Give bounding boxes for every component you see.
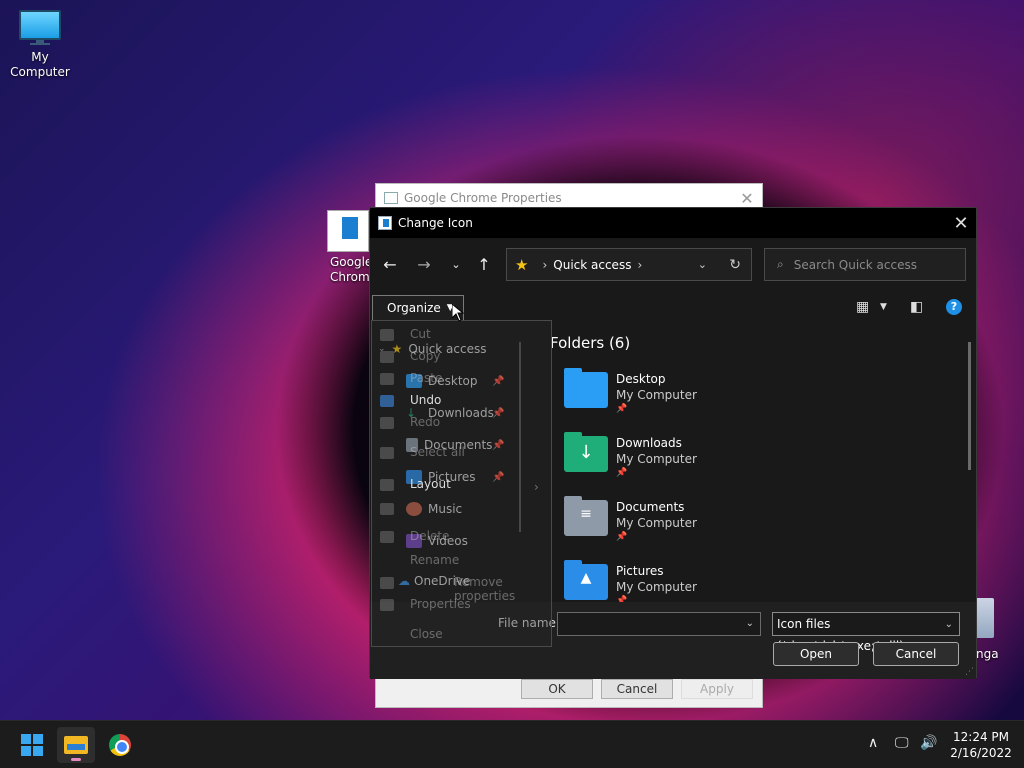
mountain-icon: ▲ — [580, 570, 592, 586]
file-explorer-icon — [64, 736, 88, 754]
taskbar-chrome[interactable] — [101, 727, 139, 763]
organize-button[interactable]: Organize ▼ — [372, 295, 464, 321]
properties-apply-button[interactable]: Apply — [681, 679, 753, 699]
menu-item-paste[interactable]: Paste — [410, 371, 442, 385]
content-scrollbar[interactable] — [968, 342, 971, 470]
breadcrumb-chevron-icon[interactable]: › — [637, 258, 642, 272]
forward-arrow-icon[interactable]: → — [414, 255, 434, 275]
start-button[interactable] — [13, 727, 51, 763]
desktop-icon-label: My Computer — [10, 50, 70, 79]
dialog-app-icon — [378, 216, 392, 230]
taskbar: ∧ 🖵 🔊 12:24 PM 2/16/2022 — [0, 720, 1024, 768]
volume-icon[interactable]: 🔊 — [920, 735, 937, 751]
undo-icon — [380, 395, 394, 407]
mouse-cursor-icon — [452, 304, 464, 322]
menu-item-cut[interactable]: Cut — [410, 327, 431, 341]
address-dropdown-icon[interactable]: ⌄ — [698, 258, 707, 271]
properties-icon — [380, 599, 394, 611]
organize-label: Organize — [387, 301, 441, 315]
show-hidden-icons-chevron-icon[interactable]: ∧ — [868, 735, 878, 751]
back-arrow-icon[interactable]: ← — [380, 255, 400, 275]
recent-locations-chevron-icon[interactable]: ⌄ — [446, 255, 466, 275]
chrome-shortcut-icon[interactable] — [327, 210, 369, 252]
chevron-down-icon: ⌄ — [944, 619, 953, 630]
cut-icon — [380, 329, 394, 341]
menu-item-select-all[interactable]: Select all — [410, 445, 465, 459]
menu-item-properties[interactable]: Properties — [410, 597, 471, 611]
menu-item-delete[interactable]: Delete — [410, 529, 449, 543]
menu-item-copy[interactable]: Copy — [410, 349, 440, 363]
dialog-title: Change Icon — [398, 216, 473, 230]
folder-item-pictures[interactable]: ▲ Pictures My Computer 📌 — [564, 560, 864, 602]
properties-title: Google Chrome Properties — [404, 191, 562, 205]
up-arrow-icon[interactable]: ↑ — [474, 255, 494, 275]
copy-icon — [380, 351, 394, 363]
paste-icon — [380, 373, 394, 385]
properties-cancel-button[interactable]: Cancel — [601, 679, 673, 699]
file-list: ⌄ Folders (6) Desktop My Computer 📌 ↓ Do… — [550, 332, 970, 602]
group-header[interactable]: Folders (6) — [550, 334, 630, 352]
active-indicator — [71, 758, 81, 761]
properties-ok-button[interactable]: OK — [521, 679, 593, 699]
resize-grip-icon[interactable]: ⋰ — [965, 667, 974, 677]
select-all-icon — [380, 447, 394, 459]
clock-date: 2/16/2022 — [950, 746, 1012, 760]
view-dropdown-icon[interactable]: ▼ — [880, 302, 887, 312]
clock[interactable]: 12:24 PM 2/16/2022 — [946, 729, 1016, 761]
file-name-input[interactable]: ⌄ — [557, 612, 761, 636]
monitor-icon — [19, 10, 61, 45]
navigation-bar: ← → ⌄ ↑ ★ › Quick access › ⌄ ↻ ⌕ Search … — [370, 247, 976, 283]
desktop-icon-my-computer[interactable]: My Computer — [0, 10, 80, 80]
folder-item-downloads[interactable]: ↓ Downloads My Computer 📌 — [564, 432, 864, 496]
search-box[interactable]: ⌕ Search Quick access — [764, 248, 966, 281]
breadcrumb-quick-access[interactable]: Quick access — [553, 258, 631, 272]
recycle-bin-label: nga — [976, 647, 999, 661]
windows-logo-icon — [21, 734, 43, 756]
document-lines-icon: ≡ — [580, 506, 592, 522]
pin-icon: 📌 — [616, 468, 628, 478]
search-placeholder: Search Quick access — [793, 257, 917, 272]
search-icon: ⌕ — [777, 257, 784, 271]
dialog-close-button[interactable]: ✕ — [946, 213, 976, 234]
dialog-titlebar: Change Icon ✕ — [370, 208, 976, 238]
download-arrow-icon: ↓ — [578, 442, 594, 463]
file-type-select[interactable]: Icon files (*.ico;*.icl;*.exe;*.dll) ⌄ — [772, 612, 960, 653]
refresh-icon[interactable]: ↻ — [729, 257, 741, 273]
breadcrumb-chevron-icon: › — [542, 257, 548, 272]
help-icon[interactable]: ? — [946, 299, 962, 315]
desktop-folder-icon — [564, 368, 608, 408]
pin-icon: 📌 — [616, 532, 628, 542]
redo-icon — [380, 417, 394, 429]
change-view-icon[interactable]: ▦ — [856, 299, 869, 315]
cancel-button[interactable]: Cancel — [873, 642, 959, 666]
menu-item-redo[interactable]: Redo — [410, 415, 440, 429]
organize-menu: Cut Copy Paste Undo Redo Select all Layo… — [371, 320, 552, 647]
preview-pane-icon[interactable]: ◧ — [910, 299, 923, 315]
network-icon[interactable]: 🖵 — [895, 735, 909, 751]
properties-close-button[interactable]: ✕ — [732, 189, 762, 208]
folder-item-desktop[interactable]: Desktop My Computer 📌 — [564, 368, 864, 432]
remove-properties-icon — [380, 577, 394, 589]
pin-icon: 📌 — [616, 404, 628, 414]
chrome-icon — [109, 734, 131, 756]
clock-time: 12:24 PM — [953, 730, 1009, 744]
taskbar-file-explorer[interactable] — [57, 727, 95, 763]
chevron-down-icon[interactable]: ⌄ — [746, 618, 754, 629]
delete-icon — [380, 531, 394, 543]
open-button[interactable]: Open — [773, 642, 859, 666]
layout-icon — [380, 479, 394, 491]
chrome-shortcut-label: Google Chrom — [330, 255, 373, 284]
folder-item-documents[interactable]: ≡ Documents My Computer 📌 — [564, 496, 864, 560]
address-bar[interactable]: ★ › Quick access › ⌄ ↻ — [506, 248, 752, 281]
menu-item-undo[interactable]: Undo — [410, 393, 441, 407]
star-icon: ★ — [515, 255, 529, 274]
menu-item-layout[interactable]: Layout — [410, 477, 451, 491]
shortcut-icon — [384, 192, 398, 204]
folder-options-icon — [380, 503, 394, 515]
menu-item-close[interactable]: Close — [410, 627, 443, 641]
menu-item-rename[interactable]: Rename — [410, 553, 459, 567]
